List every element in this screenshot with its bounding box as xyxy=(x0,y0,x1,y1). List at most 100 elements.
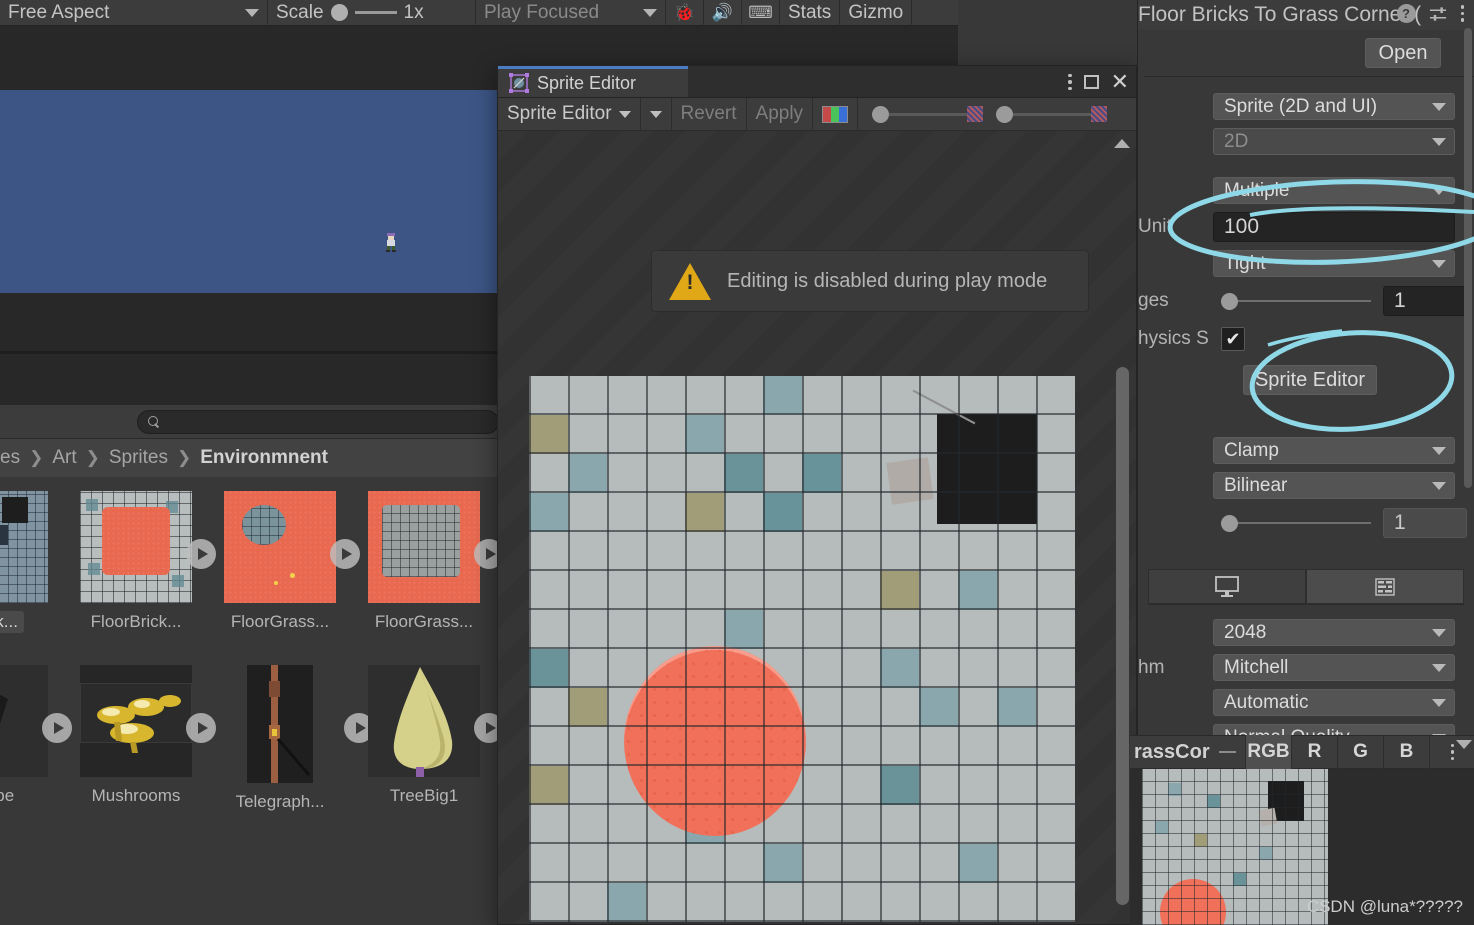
zoom-slider-knob[interactable] xyxy=(996,105,1014,123)
scale-slider-track[interactable] xyxy=(354,11,397,14)
sprite-mode-dropdown[interactable]: Sprite Editor xyxy=(498,97,641,131)
close-icon[interactable]: ✕ xyxy=(1111,71,1129,93)
max-size-dropdown[interactable]: 2048 xyxy=(1213,619,1455,646)
apply-button[interactable]: Apply xyxy=(747,97,814,131)
filter-mode-dropdown[interactable]: Bilinear xyxy=(1213,472,1455,499)
breadcrumb-item-1[interactable]: Art xyxy=(52,447,76,469)
maximize-icon[interactable] xyxy=(1083,75,1099,89)
help-icon[interactable]: ? xyxy=(1396,4,1416,23)
scale-slider-knob[interactable] xyxy=(330,4,348,21)
scrollbar-thumb[interactable] xyxy=(1116,367,1129,905)
asset-label: Telegraph... xyxy=(235,792,325,811)
secondary-dropdown[interactable] xyxy=(641,97,672,131)
max-size-row: 2048 xyxy=(1138,615,1474,650)
keyboard-icon[interactable]: ⌨ xyxy=(742,0,780,26)
asset-item[interactable]: Mushrooms xyxy=(64,665,216,813)
search-input[interactable] xyxy=(137,409,499,434)
open-row: Open xyxy=(1138,30,1474,76)
alpha-slider-track[interactable] xyxy=(889,112,968,116)
asset-item[interactable]: Brick... xyxy=(0,491,64,633)
preset-icon[interactable] xyxy=(1429,5,1448,23)
wrap-mode-dropdown[interactable]: Clamp xyxy=(1213,437,1455,464)
rgb-channel-toggle[interactable] xyxy=(813,97,859,131)
gizmos-button[interactable]: Gizmo xyxy=(840,0,913,26)
watermark: CSDN @luna*????? xyxy=(1306,897,1463,916)
aniso-slider[interactable] xyxy=(1221,510,1371,537)
tab-standalone-platform[interactable] xyxy=(1306,569,1464,604)
kebab-icon[interactable] xyxy=(1068,73,1072,91)
inspector-header-icons: ? xyxy=(1396,4,1464,23)
asset-thumbnail[interactable] xyxy=(247,665,313,783)
asset-thumbnail[interactable] xyxy=(80,665,192,777)
player-character-sprite xyxy=(386,233,396,252)
asset-item[interactable]: FloorGrass... xyxy=(352,491,504,633)
aniso-slider-knob[interactable] xyxy=(1221,514,1238,532)
stats-button[interactable]: Stats xyxy=(780,0,841,26)
resize-algorithm-dropdown[interactable]: Mitchell xyxy=(1213,654,1455,681)
game-view-canvas[interactable] xyxy=(0,90,500,293)
asset-item[interactable]: TreeBig1 xyxy=(352,665,504,813)
chevron-right-icon: ❯ xyxy=(177,448,192,467)
open-button[interactable]: Open xyxy=(1365,38,1441,68)
asset-thumbnail[interactable] xyxy=(368,491,480,603)
zoom-slider-track[interactable] xyxy=(1013,112,1092,116)
tab-sprite-editor[interactable]: Sprite Editor xyxy=(498,66,688,97)
preview-channel-g[interactable]: G xyxy=(1337,735,1383,769)
aniso-slider-track[interactable] xyxy=(1221,522,1371,524)
play-focused-dropdown[interactable]: Play Focused xyxy=(476,0,666,26)
sprite-mode-dropdown[interactable]: Multiple xyxy=(1213,177,1455,204)
zoom-slider[interactable] xyxy=(992,98,1116,131)
inspector-panel: Floor Bricks To Grass Corner ( ? Open Sp… xyxy=(1130,0,1474,925)
asset-item[interactable]: FloorBrick... xyxy=(64,491,216,633)
bug-icon[interactable]: 🐞 xyxy=(666,0,704,26)
search-input-field[interactable] xyxy=(165,413,488,430)
sprite-editor-button[interactable]: Sprite Editor xyxy=(1243,365,1377,395)
mesh-type-dropdown[interactable]: Tight xyxy=(1213,250,1455,277)
aniso-value-input[interactable]: 1 xyxy=(1383,508,1467,538)
mute-audio-icon[interactable]: 🔊 xyxy=(704,0,742,26)
texture-shape-dropdown[interactable]: 2D xyxy=(1213,128,1455,155)
chip-icon xyxy=(1375,577,1395,596)
sprite-editor-scrollbar[interactable] xyxy=(1113,139,1131,919)
extrude-slider-track[interactable] xyxy=(1221,300,1371,302)
asset-thumbnail[interactable] xyxy=(368,665,480,777)
kebab-icon[interactable] xyxy=(1460,5,1464,22)
tab-default-platform[interactable] xyxy=(1148,569,1306,604)
asset-thumbnail[interactable] xyxy=(0,665,48,777)
breadcrumb: es ❯ Art ❯ Sprites ❯ Environmnent xyxy=(0,439,500,477)
inspector-scrollbar-thumb[interactable] xyxy=(1464,28,1472,488)
asset-thumbnail[interactable] xyxy=(0,491,48,603)
alpha-slider[interactable] xyxy=(858,98,992,131)
asset-item[interactable]: lCube xyxy=(0,665,72,813)
aspect-ratio-dropdown[interactable]: Free Aspect xyxy=(0,0,268,26)
format-dropdown[interactable]: Automatic xyxy=(1213,689,1455,716)
inspector-header: Floor Bricks To Grass Corner ( ? xyxy=(1138,0,1474,30)
pixels-per-unit-input[interactable]: 100 xyxy=(1213,212,1455,242)
extrude-slider[interactable] xyxy=(1221,288,1371,315)
breadcrumb-item-2[interactable]: Sprites xyxy=(109,447,168,469)
preview-channel-b[interactable]: B xyxy=(1383,735,1429,769)
preview-channel-r[interactable]: R xyxy=(1291,735,1337,769)
chevron-down-icon xyxy=(1432,698,1446,707)
chevron-down-icon xyxy=(1432,663,1446,672)
asset-label: FloorGrass... xyxy=(230,612,330,631)
extrude-value-input[interactable]: 1 xyxy=(1383,286,1467,316)
chevron-down-icon[interactable] xyxy=(1456,740,1472,749)
scroll-up-icon[interactable] xyxy=(1114,139,1130,148)
sprite-canvas[interactable] xyxy=(529,376,1075,922)
preview-channel-rgb[interactable]: RGB xyxy=(1245,735,1291,769)
inspector-scrollbar[interactable] xyxy=(1463,28,1473,508)
scale-slider[interactable]: Scale 1x xyxy=(268,0,476,26)
revert-button[interactable]: Revert xyxy=(672,97,747,131)
alpha-slider-knob[interactable] xyxy=(872,105,890,123)
revert-label: Revert xyxy=(680,103,737,124)
breadcrumb-item-3[interactable]: Environmnent xyxy=(200,447,328,469)
asset-thumbnail[interactable] xyxy=(80,491,192,603)
asset-item[interactable]: FloorGrass... xyxy=(208,491,360,633)
texture-type-dropdown[interactable]: Sprite (2D and UI) xyxy=(1213,93,1455,120)
extrude-slider-knob[interactable] xyxy=(1221,292,1238,310)
breadcrumb-item-0[interactable]: es xyxy=(0,447,20,469)
asset-item[interactable]: Telegraph... xyxy=(208,665,374,813)
asset-thumbnail[interactable] xyxy=(224,491,336,603)
physics-shape-checkbox[interactable]: ✔ xyxy=(1221,327,1245,351)
